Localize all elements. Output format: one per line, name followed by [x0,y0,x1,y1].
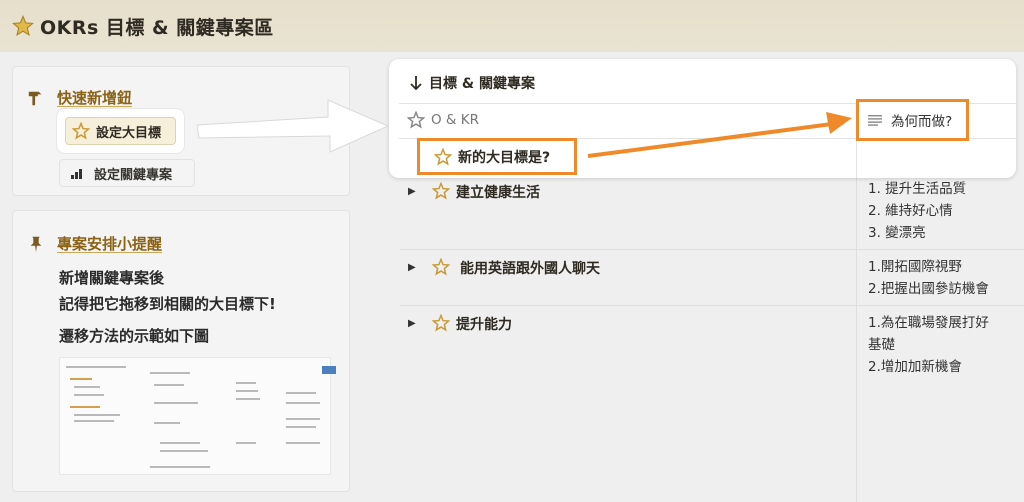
annotation-arrows [196,99,852,158]
orange-arrow-line [587,122,833,158]
white-arrow [196,99,390,153]
orange-arrow-head [826,112,852,134]
